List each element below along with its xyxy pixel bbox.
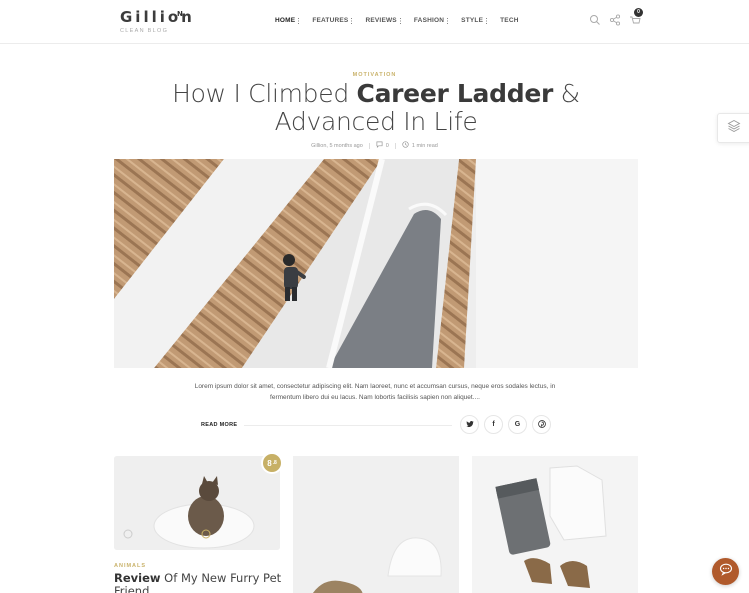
- comment-icon: [376, 141, 383, 150]
- cart-count-badge: 0: [634, 8, 643, 17]
- post-card-image[interactable]: [472, 456, 638, 593]
- nav-label: FASHION: [413, 17, 445, 24]
- card-category[interactable]: ANIMALS: [114, 563, 146, 569]
- logo-text: Gillion: [120, 8, 195, 26]
- nav-label: REVIEWS: [365, 17, 397, 24]
- nav-item-home[interactable]: HOME: [275, 17, 300, 24]
- share-icon[interactable]: [609, 13, 621, 26]
- nav-item-fashion[interactable]: FASHION: [413, 17, 449, 24]
- score-decimal: .8: [272, 460, 277, 466]
- card-title[interactable]: Review Of My New Furry Pet Friend: [114, 572, 284, 593]
- featured-image[interactable]: [114, 159, 638, 368]
- facebook-icon: f: [492, 421, 495, 428]
- nav-item-reviews[interactable]: REVIEWS: [365, 17, 401, 24]
- read-more-button[interactable]: READ MORE: [201, 422, 237, 428]
- header-actions: 0: [589, 8, 649, 26]
- chat-button[interactable]: [712, 558, 739, 585]
- twitter-share-button[interactable]: [460, 415, 479, 434]
- nav-item-tech[interactable]: TECH: [500, 17, 519, 24]
- search-icon[interactable]: [589, 13, 601, 25]
- google-share-button[interactable]: G: [508, 415, 527, 434]
- read-time: 1 min read: [402, 141, 438, 150]
- facebook-share-button[interactable]: f: [484, 415, 503, 434]
- post-category[interactable]: MOTIVATION: [0, 72, 749, 78]
- divider-line: [244, 425, 452, 426]
- dropdown-icon: [399, 17, 401, 24]
- main-nav: HOME FEATURES REVIEWS FASHION STYLE TECH: [275, 17, 532, 24]
- site-logo[interactable]: Gillion N CLEAN BLOG: [120, 8, 195, 34]
- post-card-image[interactable]: [114, 456, 280, 550]
- read-time-value: 1 min read: [411, 142, 438, 149]
- dropdown-icon: [447, 17, 449, 24]
- pinterest-share-button[interactable]: [532, 415, 551, 434]
- nav-label: FEATURES: [312, 17, 349, 24]
- logo-superscript: N: [177, 10, 183, 18]
- nav-label: HOME: [275, 17, 296, 24]
- post-author-date[interactable]: Gillion, 5 months ago: [311, 143, 363, 149]
- side-panel-toggle[interactable]: [717, 113, 749, 143]
- post-card-image[interactable]: [293, 456, 459, 593]
- twitter-icon: [465, 420, 474, 430]
- nav-label: TECH: [500, 17, 519, 24]
- post-meta: Gillion, 5 months ago 0 1 min read: [0, 141, 749, 150]
- meta-divider: [394, 142, 396, 149]
- pinterest-icon: [537, 419, 546, 430]
- nav-item-style[interactable]: STYLE: [461, 17, 488, 24]
- meta-divider: [368, 142, 370, 149]
- nav-label: STYLE: [461, 17, 484, 24]
- site-header: Gillion N CLEAN BLOG HOME FEATURES REVIE…: [0, 0, 749, 44]
- nav-item-features[interactable]: FEATURES: [312, 17, 353, 24]
- dropdown-icon: [486, 17, 488, 24]
- logo-tagline: CLEAN BLOG: [120, 28, 169, 34]
- title-highlight: Career Ladder: [356, 79, 554, 108]
- comment-count-value: 0: [385, 142, 389, 149]
- clock-icon: [402, 141, 409, 150]
- chat-icon: [719, 562, 733, 581]
- google-icon: G: [514, 421, 521, 428]
- card-title-highlight: Review: [114, 571, 161, 585]
- title-part1: How I Climbed: [172, 79, 357, 108]
- post-title[interactable]: How I Climbed Career Ladder & Advanced I…: [114, 80, 638, 136]
- cart-icon[interactable]: 0: [629, 8, 643, 25]
- share-buttons: f G: [460, 415, 551, 434]
- review-score-badge: 8.8: [261, 452, 283, 474]
- score-main: 8: [267, 458, 272, 468]
- layers-icon: [727, 119, 741, 138]
- post-excerpt: Lorem ipsum dolor sit amet, consectetur …: [194, 383, 556, 401]
- dropdown-icon: [298, 17, 300, 24]
- comment-count[interactable]: 0: [376, 141, 389, 150]
- dropdown-icon: [351, 17, 353, 24]
